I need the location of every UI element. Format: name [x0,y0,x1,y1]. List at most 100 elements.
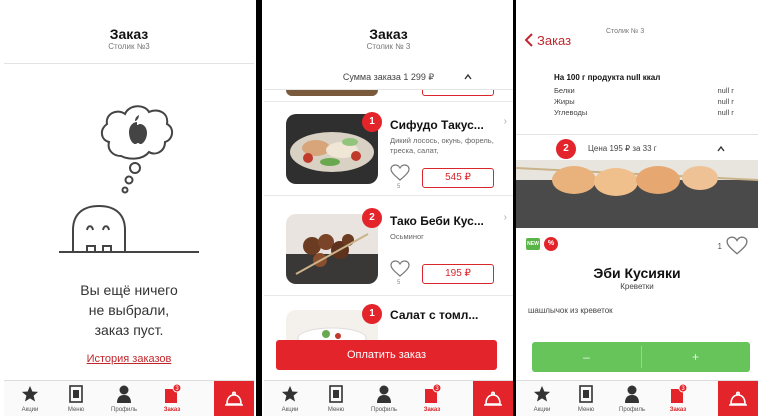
list-item[interactable]: 1 Салат с томл... [264,298,513,340]
tab-menu[interactable]: Меню [56,381,96,416]
page-title: Заказ [109,26,149,42]
tab-bar: Акции Меню Профиль 3 Заказ [516,380,758,416]
price-button[interactable] [422,90,494,96]
empty-line-3: заказ пуст. [94,322,164,338]
tab-order[interactable]: 3 Заказ [412,381,452,416]
bell-icon [225,391,243,406]
list-item[interactable]: 2 Тако Беби Кус... Осьминог 5 195 ₽ › [264,204,513,296]
dish-name: Тако Беби Кус... [390,214,484,228]
dish-photo [516,160,758,228]
tab-menu[interactable]: Меню [316,381,356,416]
discount-badge: % [544,237,558,251]
empty-line-1: Вы ещё ничего [80,282,178,298]
tab-label: Заказ [669,407,687,413]
call-waiter-button[interactable] [214,381,254,416]
order-bag-icon: 3 [165,384,181,403]
tab-label: Меню [67,407,85,413]
profile-icon [377,385,391,403]
nutrition-title: На 100 г продукта null ккал [554,73,661,82]
quantity-badge: 2 [362,208,382,228]
nutrition-row: Жиры null г [554,96,734,107]
nutrition-value: null г [717,86,735,95]
menu-book-icon [69,385,83,403]
dish-description: Осьминог [390,232,424,241]
tab-promotions[interactable]: Акции [522,381,562,416]
pay-order-button[interactable]: Оплатить заказ [276,340,497,370]
tab-promotions[interactable]: Акции [10,381,50,416]
tab-profile[interactable]: Профиль [104,381,144,416]
decrease-button[interactable]: – [532,342,641,372]
empty-order-screen: Заказ Столик №3 Вы ещё ничего не выбрали… [4,0,254,416]
tab-label: Профиль [619,407,645,413]
star-icon [21,385,39,402]
tab-label: Акции [21,407,39,413]
heart-icon[interactable] [390,164,410,182]
menu-book-icon [329,385,343,403]
heart-icon[interactable] [726,236,748,256]
page-title: Заказ [369,26,408,42]
tab-bar: Акции Меню Профиль 3 Заказ [4,380,254,416]
page-subtitle: Столик №3 [108,42,150,51]
price-button[interactable]: 195 ₽ [422,264,494,284]
dish-description: Дикий лосось, окунь, форель, треска, сал… [390,136,494,155]
likes-count: 1 [717,242,722,251]
dish-name: Эби Кусияки [593,265,681,281]
empty-message: Вы ещё ничего не выбрали, заказ пуст. [4,280,254,340]
tab-promotions[interactable]: Акции [270,381,310,416]
order-bag-icon: 3 [671,384,687,403]
empty-line-2: не выбрали, [88,302,170,318]
tab-label: Заказ [423,407,441,413]
menu-book-icon [579,385,593,403]
tab-label: Профиль [111,407,137,413]
nutrition-value: null г [717,97,735,106]
nutrition-label: Белки [554,86,575,95]
nutrition-row: Белки null г [554,85,734,96]
tab-label: Меню [577,407,595,413]
tab-menu[interactable]: Меню [566,381,606,416]
empty-order-illustration [59,105,199,253]
nutrition-row: Углеводы null г [554,107,734,118]
order-sum-bar[interactable]: Сумма заказа 1 299 ₽ [264,64,513,90]
tab-order[interactable]: 3 Заказ [152,381,192,416]
back-label: Заказ [537,32,572,48]
chevron-left-icon [524,33,533,47]
tab-profile[interactable]: Профиль [612,381,652,416]
quantity-badge: 1 [362,112,382,132]
list-item[interactable]: 1 Сифудо Такус... Дикий лосось, окунь, ф… [264,104,513,196]
heart-icon[interactable] [390,260,410,278]
likes-count: 5 [397,184,401,190]
price-line: Цена 195 ₽ за 33 г [588,144,657,153]
screen-separator [256,0,262,416]
tab-label: Меню [327,407,345,413]
quantity-badge: 2 [556,139,576,159]
back-button[interactable]: Заказ [524,32,571,48]
call-waiter-button[interactable] [473,381,513,416]
price-button[interactable]: 545 ₽ [422,168,494,188]
order-list-screen: Заказ Столик № 3 Сумма заказа 1 299 ₽ 1 … [264,0,513,416]
quantity-badge: 1 [362,304,382,324]
profile-icon [625,385,639,403]
call-waiter-button[interactable] [718,381,758,416]
dish-detail-screen: Заказ Столик № 3 На 100 г продукта null … [516,0,758,416]
chevron-right-icon: › [503,116,507,127]
profile-icon [117,385,131,403]
dish-photo [286,90,378,96]
dish-name: Салат с томл... [390,308,479,322]
star-icon [533,385,551,402]
star-icon [281,385,299,402]
page-subtitle: Столик № 3 [366,42,411,51]
tab-label: Заказ [163,407,181,413]
dish-category: Креветки [620,282,654,291]
nutrition-label: Углеводы [554,108,588,117]
quantity-stepper: – + [532,342,750,372]
tab-bar: Акции Меню Профиль 3 Заказ [264,380,513,416]
tab-order[interactable]: 3 Заказ [658,381,698,416]
dish-name: Сифудо Такус... [390,118,484,132]
header: Заказ Столик № 3 [264,0,513,64]
nutrition-label: Жиры [554,97,575,106]
tab-profile[interactable]: Профиль [364,381,404,416]
price-row[interactable]: 2 Цена 195 ₽ за 33 г [516,134,758,162]
nutrition-panel: На 100 г продукта null ккал Белки null г … [554,72,734,118]
increase-button[interactable]: + [641,342,750,372]
order-history-link[interactable]: История заказов [4,353,254,365]
